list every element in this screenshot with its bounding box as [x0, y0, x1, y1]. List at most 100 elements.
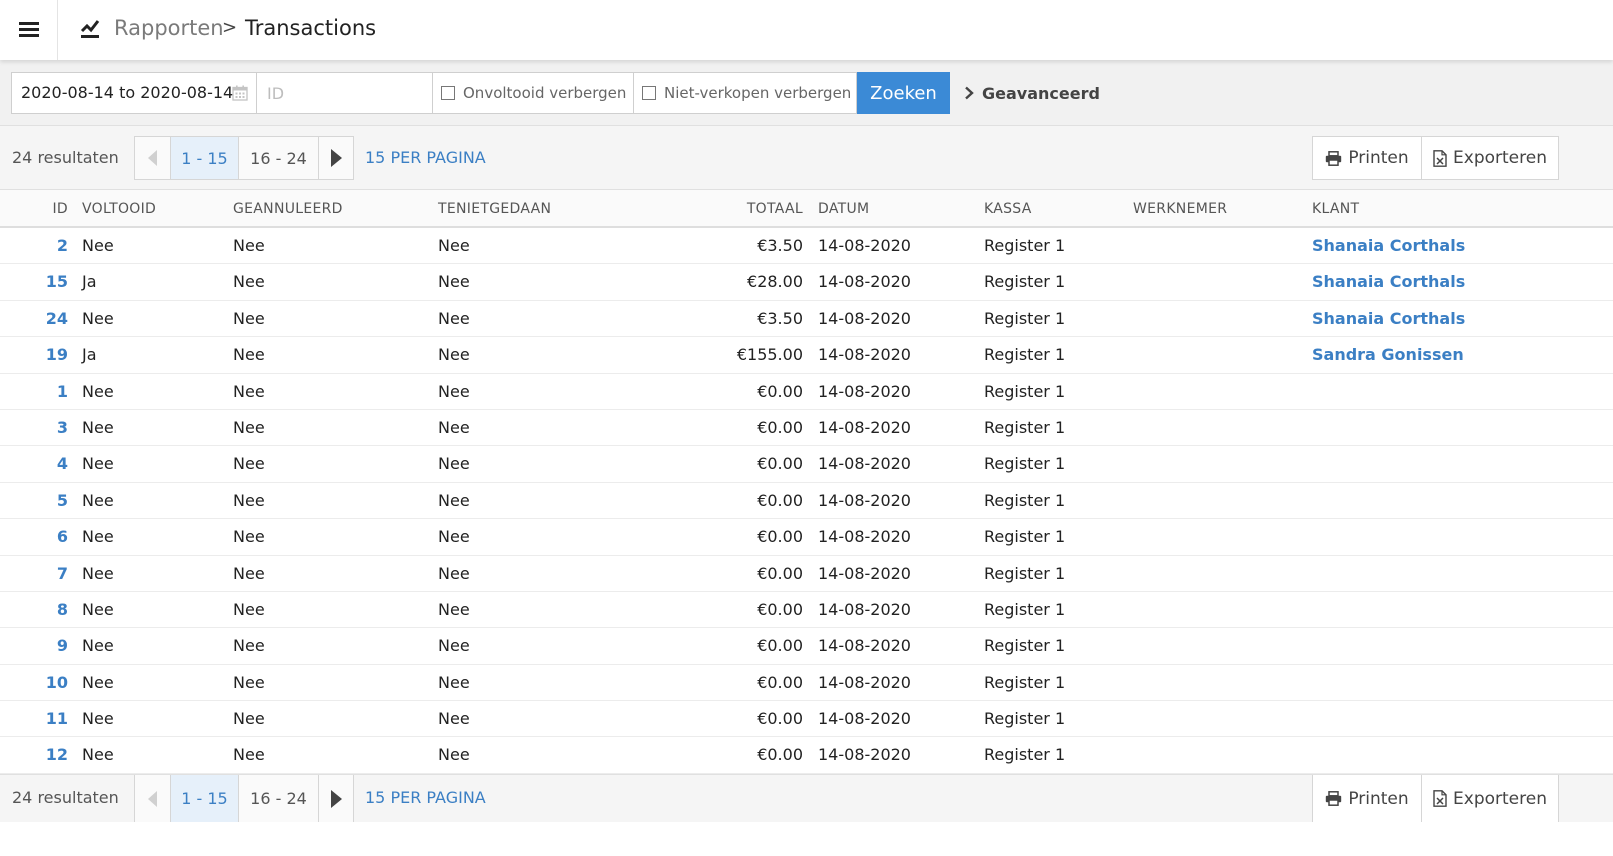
caret-right-icon: [330, 789, 342, 808]
checkbox-box[interactable]: [642, 86, 656, 100]
table-row[interactable]: 6 Nee Nee Nee €0.00 14-08-2020 Register …: [0, 519, 1613, 556]
table-row[interactable]: 7 Nee Nee Nee €0.00 14-08-2020 Register …: [0, 555, 1613, 592]
caret-left-icon: [148, 790, 157, 807]
cell-datum: 14-08-2020: [818, 417, 911, 437]
cell-voltooid: Nee: [82, 490, 114, 510]
cell-datum: 14-08-2020: [818, 636, 911, 656]
cell-voltooid: Nee: [82, 563, 114, 583]
cell-totaal: €0.00: [757, 672, 803, 692]
print-button[interactable]: Printen: [1313, 775, 1422, 822]
cell-id[interactable]: 1: [0, 382, 68, 401]
cell-totaal: €3.50: [757, 236, 803, 255]
cell-voltooid: Nee: [82, 454, 114, 474]
hide-nonsales-checkbox[interactable]: Niet-verkopen verbergen: [633, 72, 857, 114]
table-row[interactable]: 19 Ja Nee Nee €155.00 14-08-2020 Registe…: [0, 337, 1613, 374]
prev-page-button[interactable]: [135, 137, 171, 179]
export-button[interactable]: Exporteren: [1422, 137, 1558, 179]
cell-id[interactable]: 8: [0, 600, 68, 619]
next-page-button[interactable]: [319, 137, 353, 179]
col-header-id[interactable]: ID: [0, 201, 68, 217]
table-row[interactable]: 5 Nee Nee Nee €0.00 14-08-2020 Register …: [0, 482, 1613, 520]
cell-id[interactable]: 4: [0, 454, 68, 473]
printer-icon: [1326, 791, 1342, 806]
printer-icon: [1326, 150, 1342, 166]
cell-id[interactable]: 5: [0, 491, 68, 510]
id-input[interactable]: [256, 72, 433, 114]
cell-id[interactable]: 24: [0, 309, 68, 328]
print-button[interactable]: Printen: [1313, 137, 1422, 179]
cell-id[interactable]: 19: [0, 345, 68, 364]
cell-id[interactable]: 15: [0, 272, 68, 291]
cell-kassa: Register 1: [984, 345, 1066, 365]
date-range-input[interactable]: 2020-08-14 to 2020-08-14: [11, 72, 257, 114]
page-1-button[interactable]: 1 - 15: [171, 775, 239, 822]
cell-id[interactable]: 12: [0, 745, 68, 764]
cell-tenietgedaan: Nee: [438, 563, 470, 583]
search-button[interactable]: Zoeken: [857, 72, 950, 114]
cell-klant-link[interactable]: Shanaia Corthals: [1312, 272, 1465, 291]
table-row[interactable]: 24 Nee Nee Nee €3.50 14-08-2020 Register…: [0, 300, 1613, 338]
cell-id[interactable]: 3: [0, 418, 68, 437]
cell-tenietgedaan: Nee: [438, 745, 470, 765]
cell-tenietgedaan: Nee: [438, 308, 470, 328]
table-row[interactable]: 9 Nee Nee Nee €0.00 14-08-2020 Register …: [0, 628, 1613, 665]
col-header-geannuleerd[interactable]: GEANNULEERD: [233, 201, 343, 217]
cell-klant-link[interactable]: Shanaia Corthals: [1312, 236, 1465, 255]
cell-klant-link[interactable]: Shanaia Corthals: [1312, 309, 1465, 328]
breadcrumb-rapporten[interactable]: Rapporten: [114, 14, 224, 42]
cell-tenietgedaan: Nee: [438, 709, 470, 729]
table-row[interactable]: 12 Nee Nee Nee €0.00 14-08-2020 Register…: [0, 737, 1613, 774]
cell-id[interactable]: 11: [0, 709, 68, 728]
col-header-tenietgedaan[interactable]: TENIETGEDAAN: [438, 201, 551, 217]
col-header-datum[interactable]: DATUM: [818, 201, 869, 217]
cell-datum: 14-08-2020: [818, 490, 911, 510]
next-page-button[interactable]: [319, 775, 353, 822]
cell-datum: 14-08-2020: [818, 381, 911, 401]
chart-line-icon: [80, 20, 100, 38]
col-header-werknemer[interactable]: WERKNEMER: [1133, 201, 1227, 217]
table-row[interactable]: 10 Nee Nee Nee €0.00 14-08-2020 Register…: [0, 664, 1613, 702]
cell-tenietgedaan: Nee: [438, 454, 470, 474]
table-row[interactable]: 8 Nee Nee Nee €0.00 14-08-2020 Register …: [0, 591, 1613, 629]
table-row[interactable]: 15 Ja Nee Nee €28.00 14-08-2020 Register…: [0, 264, 1613, 301]
cell-geannuleerd: Nee: [233, 272, 265, 292]
cell-id[interactable]: 10: [0, 673, 68, 692]
page-1-button[interactable]: 1 - 15: [171, 137, 239, 179]
table-row[interactable]: 11 Nee Nee Nee €0.00 14-08-2020 Register…: [0, 701, 1613, 738]
excel-file-icon: [1433, 790, 1447, 807]
hide-incomplete-checkbox[interactable]: Onvoltooid verbergen: [432, 72, 634, 114]
cell-voltooid: Nee: [82, 636, 114, 656]
menu-button[interactable]: [0, 0, 58, 60]
prev-page-button[interactable]: [135, 775, 171, 822]
table-row[interactable]: 2 Nee Nee Nee €3.50 14-08-2020 Register …: [0, 228, 1613, 265]
col-header-kassa[interactable]: KASSA: [984, 201, 1032, 217]
cell-geannuleerd: Nee: [233, 381, 265, 401]
per-page-select[interactable]: 15 PER PAGINA: [365, 148, 486, 167]
cell-id[interactable]: 9: [0, 636, 68, 655]
table-row[interactable]: 3 Nee Nee Nee €0.00 14-08-2020 Register …: [0, 409, 1613, 447]
cell-datum: 14-08-2020: [818, 454, 911, 474]
col-header-voltooid[interactable]: VOLTOOID: [82, 201, 156, 217]
cell-geannuleerd: Nee: [233, 345, 265, 365]
table-row[interactable]: 1 Nee Nee Nee €0.00 14-08-2020 Register …: [0, 373, 1613, 410]
pagination-bottom: 24 resultaten 1 - 15 16 - 24 15 PER PAGI…: [0, 774, 1613, 822]
advanced-toggle[interactable]: Geavanceerd: [964, 81, 1100, 105]
export-button[interactable]: Exporteren: [1422, 775, 1558, 822]
cell-id[interactable]: 2: [0, 236, 68, 255]
page-2-button[interactable]: 16 - 24: [239, 137, 319, 179]
cell-id[interactable]: 6: [0, 527, 68, 546]
cell-datum: 14-08-2020: [818, 236, 911, 255]
cell-datum: 14-08-2020: [818, 745, 911, 765]
page-2-button[interactable]: 16 - 24: [239, 775, 319, 822]
excel-file-icon: [1433, 149, 1447, 167]
cell-klant-link[interactable]: Sandra Gonissen: [1312, 345, 1464, 364]
checkbox-box[interactable]: [441, 86, 455, 100]
cell-datum: 14-08-2020: [818, 563, 911, 583]
cell-id[interactable]: 7: [0, 564, 68, 583]
col-header-totaal[interactable]: TOTAAL: [700, 201, 803, 217]
col-header-klant[interactable]: KLANT: [1312, 201, 1359, 217]
per-page-select[interactable]: 15 PER PAGINA: [365, 788, 486, 807]
table-row[interactable]: 4 Nee Nee Nee €0.00 14-08-2020 Register …: [0, 446, 1613, 483]
cell-kassa: Register 1: [984, 745, 1066, 765]
hide-nonsales-label: Niet-verkopen verbergen: [664, 84, 852, 102]
